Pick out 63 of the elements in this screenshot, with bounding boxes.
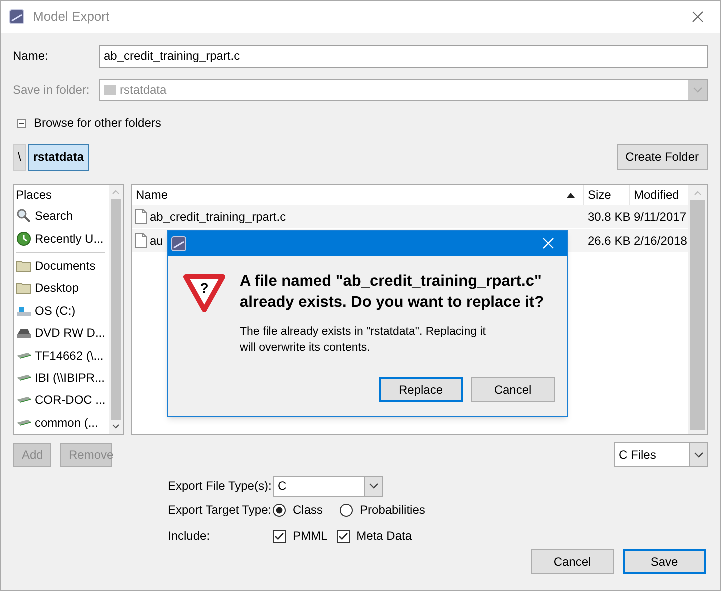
dialog-heading: A file named "ab_credit_training_rpart.c" already exists. Do you want to replace it? [240,272,546,313]
include-label: Include: [168,528,212,545]
file-icon [135,233,147,248]
network-drive-icon [16,374,32,382]
file-size: 30.8 KB [587,208,630,226]
caret-icon [692,87,702,93]
file-filter-dropdown[interactable]: C Files [614,442,708,467]
caret-icon [368,483,378,489]
radio-option[interactable]: Probabilities [340,501,426,519]
place-item[interactable]: TF14662 (\... [16,344,109,367]
target-type-label: Export Target Type: [168,502,273,519]
scroll-down-icon[interactable] [112,424,120,429]
place-item[interactable]: Search [16,205,109,228]
network-drive-icon [16,418,32,427]
collapse-icon[interactable] [17,118,26,128]
close-icon[interactable] [692,11,704,23]
radio-option[interactable]: Class [273,501,324,519]
create-folder-button[interactable]: Create Folder [616,144,708,170]
breadcrumb-button[interactable]: \ [13,144,26,170]
replace-button[interactable]: Replace [379,377,463,402]
place-item[interactable]: DVD RW D... [16,322,109,344]
dialog-message: The file already exists in "rstatdata". Replacing it will overwrite its contents. [240,325,487,356]
places-header: Places [16,187,54,204]
file-size: 26.6 KB [587,232,630,250]
folder-label: Save in folder: [13,82,91,99]
network-drive-icon [16,352,32,360]
browse-label[interactable]: Browse for other folders [34,114,162,132]
network-drive-icon [16,396,32,404]
save-button[interactable]: Save [623,549,706,574]
place-item[interactable]: COR-DOC ... [16,389,109,412]
cancel-button[interactable]: Cancel [471,377,555,402]
file-type-dropdown[interactable]: C [273,476,383,496]
app-icon [171,236,187,252]
warning-icon: ? [183,273,226,313]
file-date: 2/16/2018 [633,232,688,250]
file-name: au [150,232,164,250]
file-date: 9/11/2017 [633,208,688,226]
folder-icon [104,84,116,96]
caret-icon [694,452,704,458]
name-label: Name: [13,48,50,65]
clock-icon [16,230,32,247]
file-name: ab_credit_training_rpart.c [150,208,286,226]
checkbox-option[interactable]: PMML [273,527,328,545]
breadcrumb-button[interactable]: rstatdata [28,144,90,170]
sort-ascending-icon [567,192,575,198]
file-icon [135,209,147,224]
file-row[interactable]: ab_credit_training_rpart.c 30.8 KB 9/11/2017 [132,205,688,228]
search-icon [16,208,32,224]
place-item[interactable]: Desktop [16,277,109,300]
window-title: Model Export [33,8,110,26]
file-type-label: Export File Type(s): [168,478,273,495]
place-item[interactable]: IBI (\\IBIPR... [16,366,109,390]
place-item[interactable]: common (... [16,412,109,434]
name-field[interactable]: ab_credit_training_rpart.c [99,44,708,68]
scrollbar[interactable] [688,185,707,434]
scrollbar[interactable] [109,185,123,434]
place-item[interactable]: Documents [16,254,109,278]
place-item[interactable]: Recently U... [16,227,109,250]
column-header[interactable]: Modified [630,185,688,205]
checkbox-option[interactable]: Meta Data [336,527,412,545]
cancel-button[interactable]: Cancel [531,549,614,574]
place-item[interactable]: OS (C:) [16,300,109,322]
app-icon [9,9,25,25]
